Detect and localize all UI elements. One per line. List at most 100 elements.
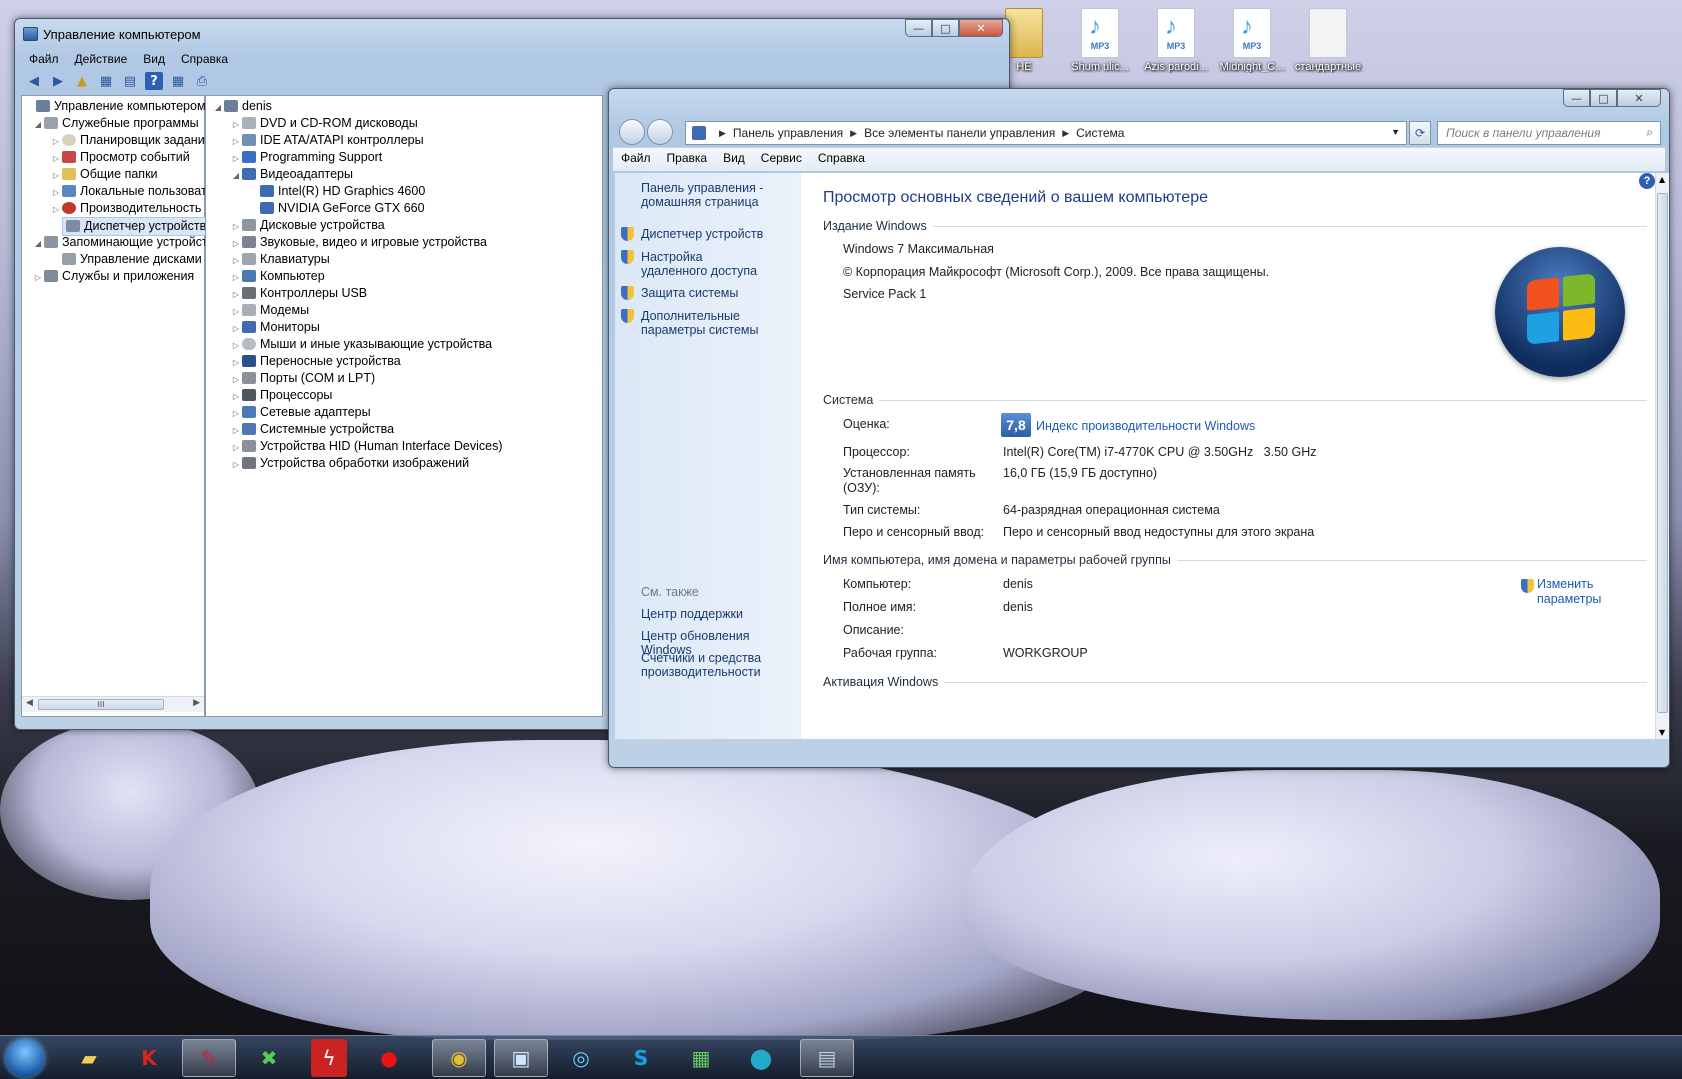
device-node-root[interactable]: ◢ denis bbox=[212, 98, 503, 115]
menu-help[interactable]: Справка bbox=[173, 49, 236, 69]
device-category[interactable]: ▷ Компьютер bbox=[212, 268, 503, 285]
tree-node[interactable]: ▷ Просмотр событий bbox=[24, 149, 220, 166]
explorer-icon[interactable]: ▰ bbox=[62, 1039, 116, 1077]
device-category[interactable]: ▷ Мониторы bbox=[212, 319, 503, 336]
tree-node[interactable]: ▷ Производительность bbox=[24, 200, 220, 217]
maximize-button[interactable]: □ bbox=[1590, 89, 1617, 107]
device-category[interactable]: ▷ Сетевые адаптеры bbox=[212, 404, 503, 421]
up-folder-icon[interactable]: ▲ bbox=[73, 72, 91, 90]
maximize-button[interactable]: □ bbox=[932, 19, 959, 37]
menu-tools[interactable]: Сервис bbox=[753, 148, 810, 171]
device-category[interactable]: ▷ Переносные устройства bbox=[212, 353, 503, 370]
menu-help[interactable]: Справка bbox=[810, 148, 873, 171]
back-button[interactable] bbox=[619, 119, 645, 145]
record-icon[interactable]: ● bbox=[362, 1039, 416, 1077]
computer-management-icon[interactable]: ▣ bbox=[494, 1039, 548, 1077]
device-item[interactable]: Intel(R) HD Graphics 4600 bbox=[212, 183, 503, 200]
scroll-up-icon[interactable]: ▲ bbox=[1659, 175, 1665, 184]
action-pane-icon[interactable]: ▦ bbox=[169, 72, 187, 90]
tree-node[interactable]: ◢ Служебные программы bbox=[24, 115, 220, 132]
breadcrumb-item[interactable]: Система bbox=[1076, 126, 1124, 140]
device-category[interactable]: ▷ IDE ATA/ATAPI контроллеры bbox=[212, 132, 503, 149]
device-category[interactable]: ▷ Мыши и иные указывающие устройства bbox=[212, 336, 503, 353]
performance-score-badge[interactable]: 7,8 bbox=[1001, 413, 1031, 437]
vertical-scrollbar[interactable]: ▲ ▼ bbox=[1655, 173, 1669, 739]
breadcrumb-item[interactable]: Все элементы панели управления bbox=[864, 126, 1055, 140]
advanced-settings-link[interactable]: Дополнительные параметры системы bbox=[641, 309, 799, 337]
scroll-thumb[interactable] bbox=[1657, 193, 1668, 713]
scroll-left-icon[interactable]: ◀ bbox=[26, 698, 33, 708]
scan-hardware-icon[interactable]: ⎙ bbox=[193, 72, 211, 90]
kaspersky-icon[interactable]: K bbox=[122, 1039, 176, 1077]
chrome-icon[interactable]: ◉ bbox=[432, 1039, 486, 1077]
search-icon[interactable]: ⌕ bbox=[1646, 125, 1653, 140]
properties-icon[interactable]: ▤ bbox=[121, 72, 139, 90]
control-panel-home-link[interactable]: Панель управления - домашняя страница bbox=[641, 181, 771, 209]
tree-node[interactable]: ▷ Службы и приложения bbox=[24, 268, 220, 285]
help-icon[interactable]: ? bbox=[1639, 173, 1655, 189]
remote-settings-link[interactable]: Настройка удаленного доступа bbox=[641, 250, 771, 278]
desktop-mp3-icon[interactable]: ♪ MP3 Midnight_C... bbox=[1216, 8, 1288, 73]
change-settings-link[interactable]: Изменить параметры bbox=[1537, 577, 1621, 607]
performance-index-link[interactable]: Индекс производительности Windows bbox=[1036, 419, 1255, 433]
title-bar[interactable]: Управление компьютером — □ ✕ bbox=[15, 19, 1009, 49]
tree-node[interactable]: Управление дисками bbox=[24, 251, 220, 268]
breadcrumb-item[interactable]: Панель управления bbox=[733, 126, 843, 140]
menu-action[interactable]: Действие bbox=[67, 49, 136, 69]
refresh-icon[interactable]: ⟳ bbox=[1409, 121, 1431, 145]
back-arrow-icon[interactable]: ◀ bbox=[25, 72, 43, 90]
tree-node[interactable]: Управление компьютером (л bbox=[24, 98, 220, 115]
menu-file[interactable]: Файл bbox=[21, 49, 67, 69]
forward-button[interactable] bbox=[647, 119, 673, 145]
device-category[interactable]: ▷ Порты (COM и LPT) bbox=[212, 370, 503, 387]
ball-icon[interactable]: ⬤ bbox=[734, 1039, 788, 1077]
device-category[interactable]: ▷ Модемы bbox=[212, 302, 503, 319]
tree-node[interactable]: ▷ Общие папки bbox=[24, 166, 220, 183]
menu-file[interactable]: Файл bbox=[613, 148, 659, 171]
device-category[interactable]: ▷ Устройства HID (Human Interface Devices… bbox=[212, 438, 503, 455]
minimize-button[interactable]: — bbox=[905, 19, 932, 37]
address-dropdown-icon[interactable]: ▼ bbox=[1391, 127, 1400, 137]
scroll-thumb[interactable]: III bbox=[38, 699, 164, 710]
desktop-mp3-icon[interactable]: ♪ MP3 Azis parodi... bbox=[1140, 8, 1212, 73]
breadcrumb-separator-icon[interactable]: ▶ bbox=[1062, 128, 1069, 139]
tree-node[interactable]: Диспетчер устройств bbox=[24, 217, 220, 236]
desktop-document-icon[interactable]: стандартные bbox=[1292, 8, 1364, 73]
menu-view[interactable]: Вид bbox=[135, 49, 173, 69]
control-panel-icon[interactable]: ▤ bbox=[800, 1039, 854, 1077]
device-category[interactable]: ▷ Дисковые устройства bbox=[212, 217, 503, 234]
performance-tools-link[interactable]: Счетчики и средства производительности bbox=[641, 651, 781, 679]
show-tree-icon[interactable]: ▦ bbox=[97, 72, 115, 90]
tree-node[interactable]: ▷ Локальные пользовате bbox=[24, 183, 220, 200]
device-category[interactable]: ▷ Контроллеры USB bbox=[212, 285, 503, 302]
action-center-link[interactable]: Центр поддержки bbox=[641, 607, 743, 621]
device-category[interactable]: ▷ Звуковые, видео и игровые устройства bbox=[212, 234, 503, 251]
tree-node[interactable]: ◢ Запоминающие устройст bbox=[24, 234, 220, 251]
close-button[interactable]: ✕ bbox=[959, 19, 1003, 37]
tree-node[interactable]: ▷ Планировщик заданий bbox=[24, 132, 220, 149]
device-category[interactable]: ◢ Видеоадаптеры bbox=[212, 166, 503, 183]
start-button[interactable] bbox=[6, 1039, 44, 1077]
scroll-down-icon[interactable]: ▼ bbox=[1659, 728, 1665, 737]
device-category[interactable]: ▷ Клавиатуры bbox=[212, 251, 503, 268]
search-input[interactable]: Поиск в панели управления bbox=[1437, 121, 1661, 145]
desktop-mp3-icon[interactable]: ♪ MP3 Shum ulic... bbox=[1064, 8, 1136, 73]
skype-icon[interactable]: S bbox=[614, 1039, 668, 1077]
breadcrumb-separator-icon[interactable]: ▶ bbox=[850, 128, 857, 139]
minimize-button[interactable]: — bbox=[1563, 89, 1590, 107]
device-category[interactable]: ▷ Устройства обработки изображений bbox=[212, 455, 503, 472]
device-category[interactable]: ▷ Системные устройства bbox=[212, 421, 503, 438]
address-bar[interactable]: ▶ Панель управления ▶ Все элементы панел… bbox=[685, 121, 1407, 145]
flash-icon[interactable]: ϟ bbox=[311, 1039, 347, 1077]
scroll-right-icon[interactable]: ▶ bbox=[193, 698, 200, 708]
device-category[interactable]: ▷ DVD и CD-ROM дисководы bbox=[212, 115, 503, 132]
horizontal-scrollbar[interactable]: ◀ III ▶ bbox=[22, 696, 204, 712]
menu-view[interactable]: Вид bbox=[715, 148, 753, 171]
device-category[interactable]: ▷ Programming Support bbox=[212, 149, 503, 166]
network-icon[interactable]: ▦ bbox=[674, 1039, 728, 1077]
close-button[interactable]: ✕ bbox=[1617, 89, 1661, 107]
paint-icon[interactable]: ✎ bbox=[182, 1039, 236, 1077]
steam-icon[interactable]: ◎ bbox=[554, 1039, 608, 1077]
system-protection-link[interactable]: Защита системы bbox=[641, 286, 738, 300]
xbox-icon[interactable]: ✖ bbox=[242, 1039, 296, 1077]
